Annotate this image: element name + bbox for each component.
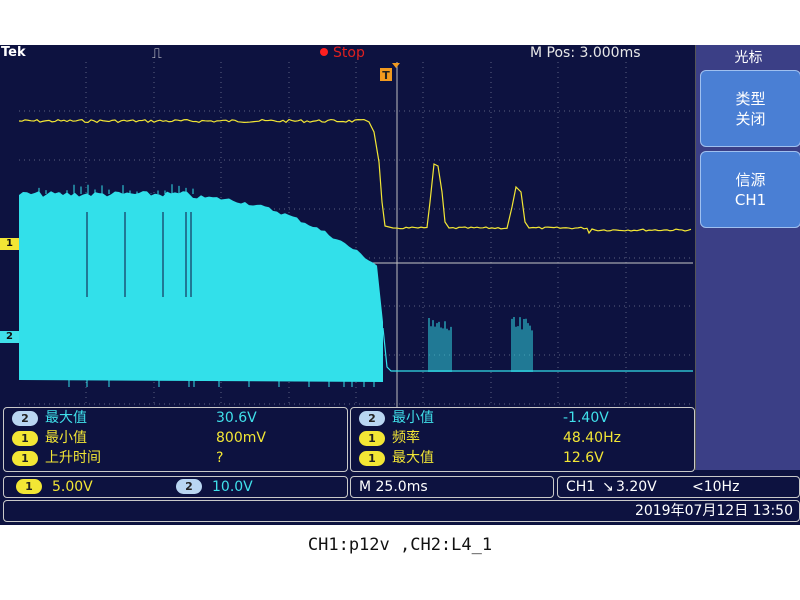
ch2-waveform-envelope [19, 191, 383, 382]
measurement-value: 800mV [216, 430, 266, 446]
ch1-badge: 1 [16, 479, 42, 494]
ch2-badge: 2 [12, 411, 38, 426]
horizontal-position-readout: M Pos: 3.000ms [530, 45, 641, 61]
ch1-badge: 1 [359, 451, 385, 466]
measurement-name: 最小值 [45, 430, 87, 446]
waveform-graticule: T [19, 62, 693, 453]
measurement-row: 2 最大值 30.6V [4, 408, 347, 428]
timebase-bar[interactable]: M 25.0ms [350, 476, 554, 498]
measurements-left-panel: 2 最大值 30.6V 1 最小值 800mV 1 上升时间 ? [3, 407, 348, 472]
measurement-value: 12.6V [563, 450, 604, 466]
ch1-scale: 5.00V [52, 479, 93, 495]
ch2-badge: 2 [176, 479, 202, 494]
cursor-type-value: 关闭 [735, 109, 766, 128]
trigger-frequency: <10Hz [692, 479, 740, 495]
datetime-bar: 2019年07月12日 13:50 [3, 500, 800, 522]
measurement-row: 1 最大值 12.6V [351, 448, 694, 468]
cursor-source-button[interactable]: 信源 CH1 [700, 151, 800, 228]
ch1-badge: 1 [12, 451, 38, 466]
cursor-type-button[interactable]: 类型 关闭 [700, 70, 800, 147]
trigger-mode-icon: ⎍ [152, 46, 162, 62]
cursor-source-value: CH1 [734, 190, 767, 209]
side-menu-panel: 光标 类型 关闭 信源 CH1 [695, 45, 800, 470]
measurements-right-panel: 2 最小值 -1.40V 1 频率 48.40Hz 1 最大值 12.6V [350, 407, 695, 472]
oscilloscope-screen: Tek ⎍ Stop M Pos: 3.000ms 1 2 T 光标 类型 关闭… [0, 45, 800, 525]
measurement-row: 1 上升时间 ? [4, 448, 347, 468]
ch2-scale: 10.0V [212, 479, 253, 495]
image-caption: CH1:p12v ,CH2:L4_1 [307, 535, 493, 555]
timebase-readout: M 25.0ms [359, 479, 428, 495]
measurement-name: 最小值 [392, 410, 434, 426]
top-status-bar: Tek ⎍ Stop M Pos: 3.000ms [0, 45, 694, 62]
measurement-row: 2 最小值 -1.40V [351, 408, 694, 428]
ch1-level-marker[interactable]: 1 [0, 238, 19, 250]
cursor-source-label: 信源 [735, 170, 766, 189]
measurement-value: 30.6V [216, 410, 257, 426]
trigger-level: 3.20V [616, 479, 657, 495]
ch1-badge: 1 [12, 431, 38, 446]
side-menu-title: 光标 [734, 50, 763, 66]
measurement-row: 1 频率 48.40Hz [351, 428, 694, 448]
measurement-name: 频率 [392, 430, 420, 446]
brand-logo: Tek [1, 45, 26, 60]
run-state-indicator-icon [320, 48, 328, 56]
measurement-name: 最大值 [392, 450, 434, 466]
trigger-source: CH1 [566, 479, 596, 495]
svg-text:T: T [382, 69, 390, 82]
measurement-value: 48.40Hz [563, 430, 621, 446]
measurement-row: 1 最小值 800mV [4, 428, 347, 448]
measurement-value: ? [216, 450, 224, 466]
ch1-badge: 1 [359, 431, 385, 446]
measurement-name: 最大值 [45, 410, 87, 426]
ch2-level-marker[interactable]: 2 [0, 331, 19, 343]
run-state-label: Stop [333, 45, 365, 61]
cursor-type-label: 类型 [735, 89, 766, 108]
measurement-value: -1.40V [563, 410, 609, 426]
datetime-readout: 2019年07月12日 13:50 [634, 503, 793, 519]
trigger-slope-icon: ↘ [602, 479, 614, 495]
ch2-badge: 2 [359, 411, 385, 426]
measurement-name: 上升时间 [45, 450, 101, 466]
channel-scale-bar[interactable]: 1 5.00V 2 10.0V [3, 476, 348, 498]
trigger-status-bar[interactable]: CH1 ↘ 3.20V <10Hz [557, 476, 800, 498]
